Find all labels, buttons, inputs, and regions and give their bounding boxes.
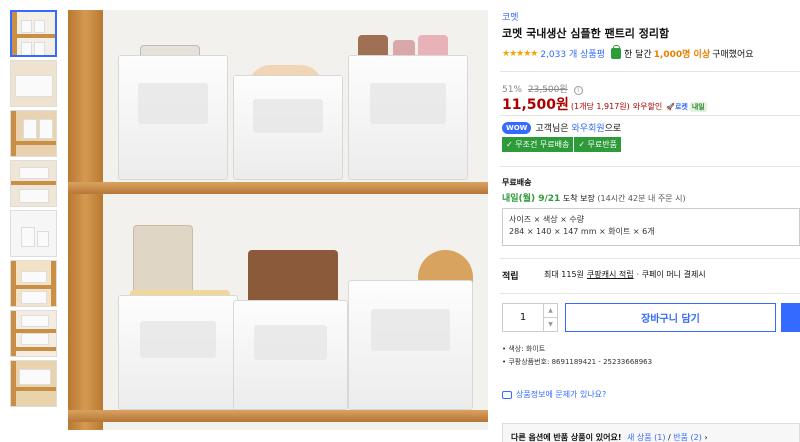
report-problem-label: 상품정보에 문제가 있나요?	[516, 390, 607, 399]
wow-prefix: 고객님은	[535, 124, 569, 134]
product-title: 코멧 국내생산 심플한 팬트리 정리함	[502, 27, 670, 40]
thumbnail-4[interactable]	[10, 160, 57, 207]
return-product-link[interactable]: 반품 (2)	[673, 433, 702, 442]
thumbnail-2[interactable]	[10, 60, 57, 107]
delivery-row: 내일(월) 9/21 도착 보장 (14시간 42분 내 주문 시)	[502, 191, 686, 204]
bullet-color: 색상: 화이트	[502, 343, 652, 356]
divider	[500, 258, 800, 259]
thumbnail-6[interactable]	[10, 260, 57, 307]
option-selector[interactable]: 사이즈 × 색상 × 수량 284 × 140 × 147 mm × 화이트 ×…	[502, 208, 800, 246]
divider	[500, 166, 800, 167]
delivery-note: (14시간 42분 내 주문 시)	[597, 194, 686, 203]
cash-suffix: · 쿠페이 머니 결제시	[636, 270, 706, 279]
thumbnail-1[interactable]	[10, 10, 57, 57]
brand-link[interactable]: 코멧	[502, 10, 519, 23]
price-row: 11,500원 (1개당 1,917원) 와우할인 🚀 로켓 내일	[502, 94, 707, 114]
cash-reward-row: 적립 최대 115원 쿠팡캐시 적립 · 쿠페이 머니 결제시	[502, 269, 706, 282]
delivery-guarantee: 도착 보장	[562, 194, 595, 203]
bullet-product-number: 쿠팡상품번호: 8691189421 - 25233668963	[502, 356, 652, 369]
new-product-link[interactable]: 새 상품 (1)	[627, 433, 666, 442]
wow-member-row: WOW 고객님은 와우회원 으로	[502, 121, 621, 134]
main-product-image	[68, 10, 488, 430]
free-shipping-label: 무료배송	[502, 178, 532, 187]
divider	[500, 71, 800, 72]
member-discount: 와우할인	[632, 102, 663, 111]
rocket-label: 로켓	[674, 103, 688, 111]
wow-member-link[interactable]: 와우회원	[572, 121, 605, 134]
divider	[500, 115, 800, 116]
delivery-date: 내일(월) 9/21	[502, 194, 561, 204]
unit-price: (1개당 1,917원)	[570, 102, 630, 111]
bought-count: 1,000명 이상	[653, 50, 711, 60]
product-bullets: 색상: 화이트 쿠팡상품번호: 8691189421 - 25233668963	[502, 343, 652, 369]
add-to-cart-button[interactable]: 장바구니 담기	[565, 303, 776, 332]
chat-icon	[502, 390, 512, 399]
review-count-link[interactable]: 2,033 개 상품평	[540, 47, 605, 60]
free-shipping-tag: ✓ 무조건 무료배송	[502, 137, 574, 152]
thumbnail-3[interactable]	[10, 110, 57, 157]
rocket-icon: 🚀	[666, 103, 675, 111]
shopping-bag-icon	[610, 45, 621, 59]
chevron-right-icon[interactable]: ›	[704, 433, 707, 442]
free-return-tag: ✓ 무료반품	[574, 137, 621, 152]
thumbnail-7[interactable]	[10, 310, 57, 357]
cash-link[interactable]: 쿠팡캐시 적립	[587, 269, 634, 282]
cash-prefix: 최대 115원	[544, 270, 584, 279]
decrease-icon[interactable]: ▼	[544, 317, 557, 331]
quantity-input[interactable]: 1	[503, 304, 543, 331]
quantity-arrows: ▲ ▼	[543, 304, 557, 331]
report-problem-link[interactable]: 상품정보에 문제가 있나요?	[502, 389, 606, 400]
star-rating: ★★★★★	[502, 48, 538, 59]
thumbnail-5[interactable]	[10, 210, 57, 257]
cash-label: 적립	[502, 272, 519, 282]
other-options-banner: 다른 옵션에 반품 상품이 있어요! 새 상품 (1) / 반품 (2) ›	[502, 423, 800, 442]
rocket-day: 내일	[689, 102, 707, 112]
option-values: 284 × 140 × 147 mm × 화이트 × 6개	[509, 227, 655, 236]
bought-prefix: 한 달간	[623, 50, 652, 60]
thumbnail-list	[10, 10, 57, 410]
option-labels: 사이즈 × 색상 × 수량	[509, 215, 585, 224]
rating-row: ★★★★★ 2,033 개 상품평 한 달간 1,000명 이상 구매했어요	[502, 45, 754, 60]
sale-price: 11,500원	[502, 97, 569, 113]
quantity-stepper[interactable]: 1 ▲ ▼	[502, 303, 558, 332]
wow-badge: WOW	[502, 121, 532, 134]
divider	[500, 293, 800, 294]
shipping-tags: ✓ 무조건 무료배송 ✓ 무료반품	[502, 137, 622, 152]
increase-icon[interactable]: ▲	[544, 304, 557, 317]
buy-now-button[interactable]	[781, 303, 800, 332]
other-options-title: 다른 옵션에 반품 상품이 있어요!	[511, 433, 622, 442]
bought-suffix: 구매했어요	[712, 50, 754, 60]
rocket-delivery-badge: 🚀 로켓 내일	[666, 102, 707, 112]
thumbnail-8[interactable]	[10, 360, 57, 407]
wow-suffix: 으로	[604, 124, 622, 134]
